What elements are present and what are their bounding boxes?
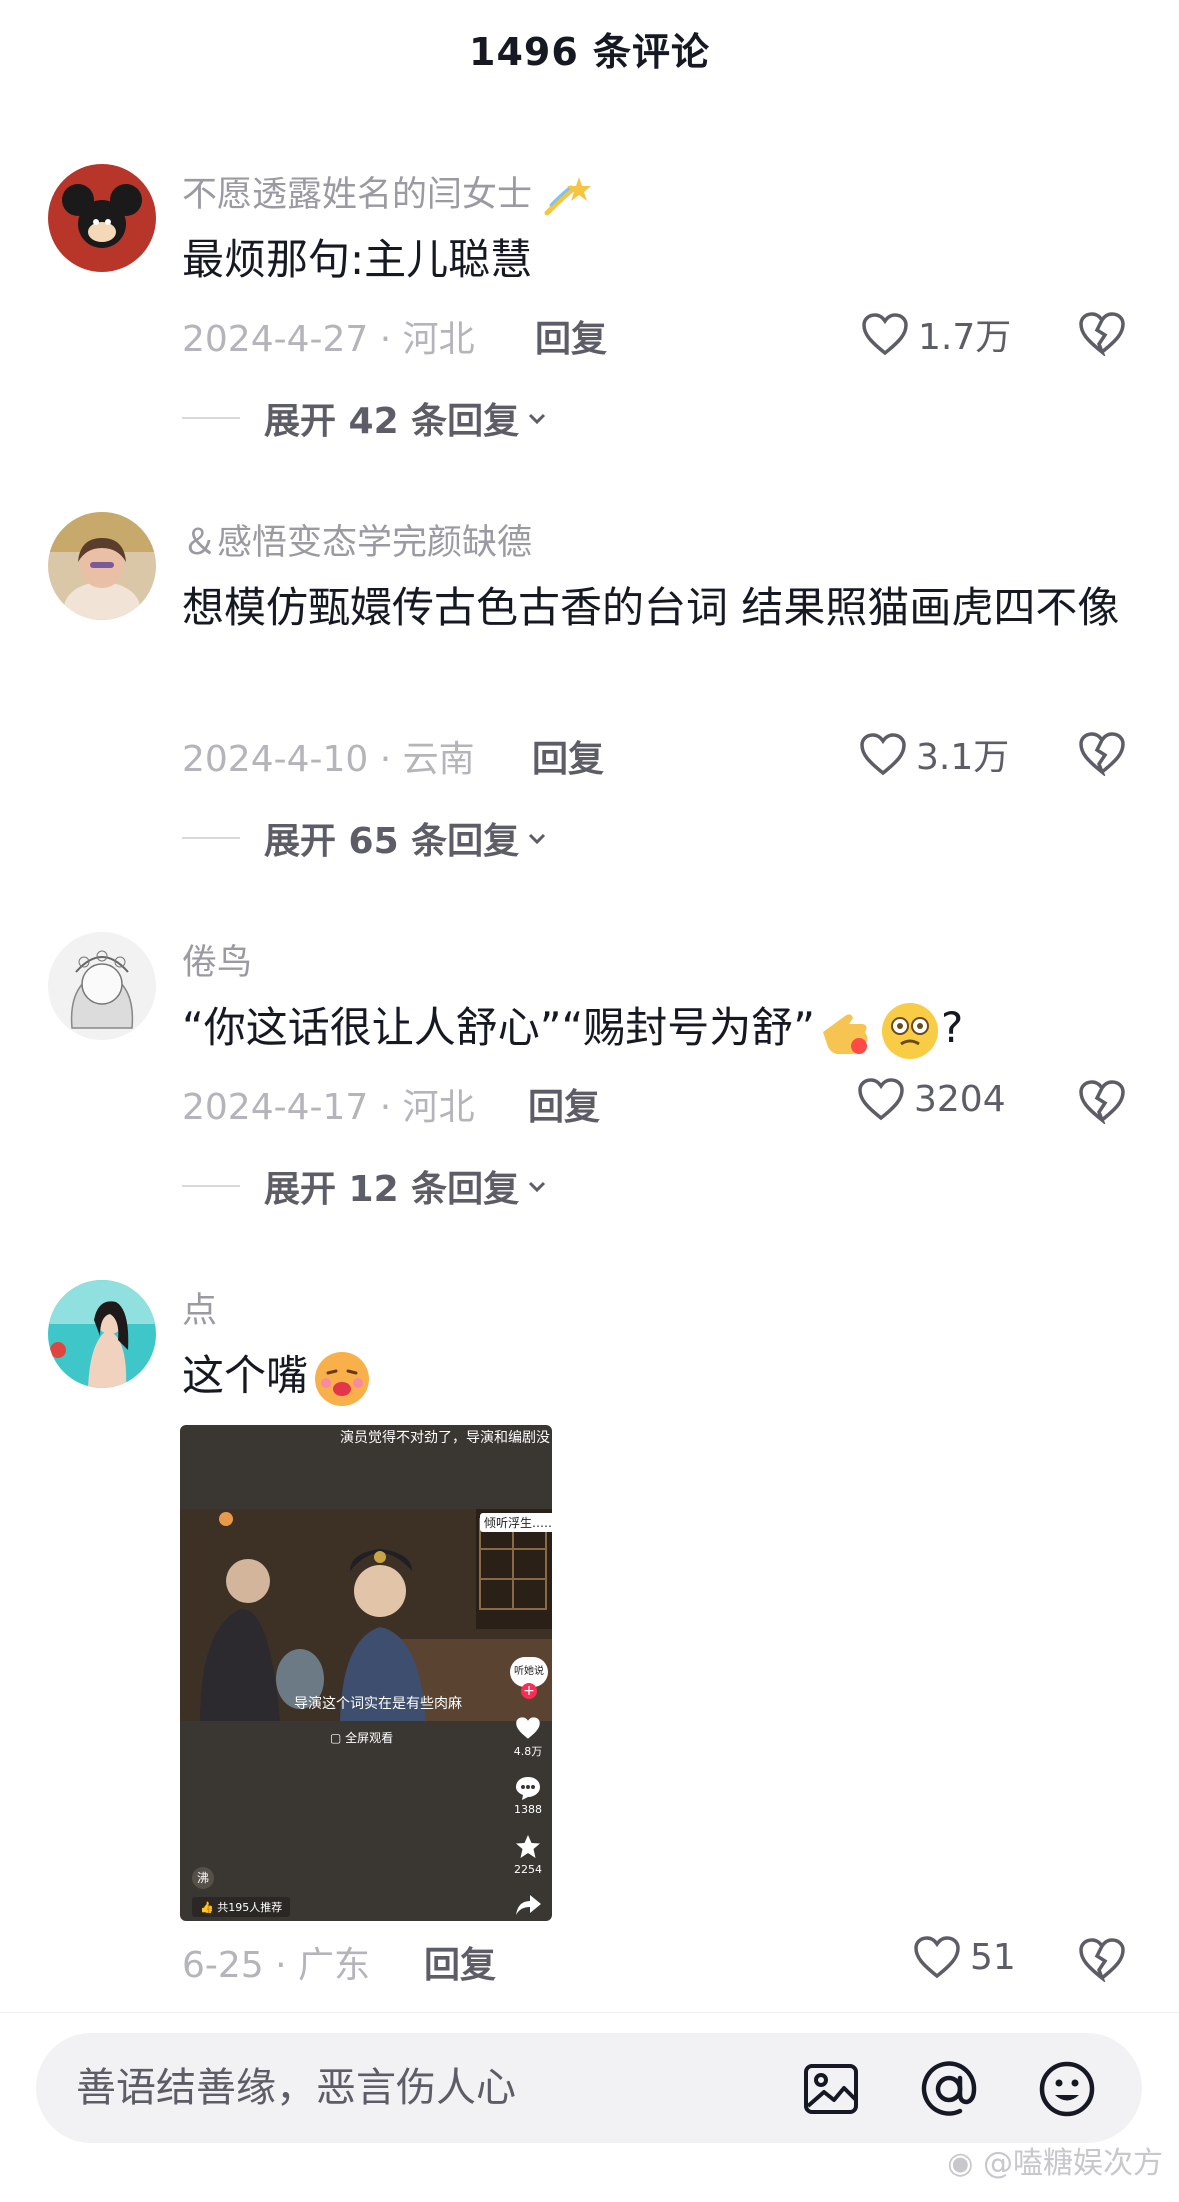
video-share-icon[interactable] (514, 1893, 542, 1917)
avatar[interactable] (48, 164, 156, 272)
chevron-down-icon (529, 1181, 546, 1193)
broken-heart-icon[interactable] (1077, 730, 1127, 776)
video-subtitle: 导演这个词实在是有些肉麻 (294, 1696, 462, 1712)
video-scene (180, 1509, 552, 1721)
comment-text: “你这话很让人舒心”“赐封号为舒”? (182, 992, 1132, 1064)
video-star-icon[interactable] (514, 1833, 542, 1861)
video-thumbnail[interactable]: 演员觉得不对劲了，导演和编剧没是 倾听浮生…… 导演这个词实在是有些肉麻 ▢ 全… (180, 1425, 552, 1921)
comment-text: 最烦那句:主儿聪慧 (182, 235, 533, 284)
comment-text: 想模仿甄嬛传古色古香的台词 结果照猫画虎四不像 (182, 583, 1120, 632)
expand-replies-button[interactable]: 展开 42 条回复 (182, 392, 549, 444)
at-icon[interactable] (920, 2060, 978, 2118)
fullscreen-button[interactable]: ▢ 全屏观看 (330, 1729, 393, 1746)
thumbs-up-icon: 👍 (200, 1901, 214, 1914)
kissing-face-emoji (315, 1351, 370, 1406)
comment-date-location: 2024-4-17 · 河北 (182, 1087, 475, 1128)
like-count: 3.1万 (916, 737, 1010, 778)
video-top-caption: 演员觉得不对劲了，导演和编剧没是 (340, 1430, 550, 1446)
like-count: 51 (970, 1936, 1016, 1978)
comment-input-placeholder: 善语结善缘，恶言伤人心 (76, 2065, 516, 2111)
comment-input-bar: 善语结善缘，恶言伤人心 ◉ @嗑糖娱次方 (0, 2012, 1179, 2202)
broken-heart-icon[interactable] (1077, 1936, 1127, 1982)
shooting-star-icon (544, 177, 592, 216)
username[interactable]: 不愿透露姓名的闫女士 (182, 166, 593, 219)
video-watermark-char: 沸 (192, 1867, 214, 1889)
username[interactable]: 倦鸟 (182, 934, 252, 985)
broken-heart-icon[interactable] (1077, 1078, 1127, 1124)
watermark: ◉ @嗑糖娱次方 (947, 2146, 1163, 2181)
like-button[interactable]: 3.1万 (858, 728, 1009, 780)
expand-replies-button[interactable]: 展开 65 条回复 (182, 812, 549, 864)
avatar[interactable] (48, 512, 156, 620)
comment-date-location: 6-25 · 广东 (182, 1945, 371, 1986)
video-heart-icon[interactable] (514, 1715, 542, 1741)
reply-button[interactable]: 回复 (424, 1936, 496, 1988)
chevron-down-icon (529, 833, 546, 845)
image-icon[interactable] (802, 2060, 860, 2118)
follow-plus-icon[interactable]: + (521, 1683, 537, 1699)
emoji-icon[interactable] (1038, 2060, 1096, 2118)
broken-heart-icon[interactable] (1077, 310, 1127, 356)
heart-icon (914, 1936, 960, 1979)
weibo-icon: ◉ (947, 2146, 974, 2181)
reply-button[interactable]: 回复 (532, 730, 604, 782)
username[interactable]: ＆感悟变态学完颜缺德 (182, 514, 532, 565)
reply-button[interactable]: 回复 (528, 1078, 600, 1130)
divider-line (182, 1185, 240, 1187)
heart-icon (860, 733, 906, 776)
video-like-count: 4.8万 (513, 1745, 543, 1758)
divider-line (182, 417, 240, 419)
avatar[interactable] (48, 1280, 156, 1388)
comments-header: 1496 条评论 (0, 0, 1179, 96)
heart-icon (862, 313, 908, 356)
chevron-down-icon (529, 413, 546, 425)
like-button[interactable]: 1.7万 (860, 308, 1011, 360)
expand-replies-button[interactable]: 展开 12 条回复 (182, 1160, 549, 1212)
comment-date-location: 2024-4-27 · 河北 (182, 319, 475, 360)
comment-text: 这个嘴 (182, 1340, 1132, 1412)
like-button[interactable]: 3204 (856, 1076, 1006, 1122)
avatar[interactable] (48, 932, 156, 1040)
like-count: 1.7万 (918, 317, 1012, 358)
username[interactable]: 点 (182, 1282, 217, 1333)
video-comment-icon[interactable] (514, 1775, 542, 1801)
video-star-count: 2254 (514, 1863, 542, 1876)
recommend-badge[interactable]: 👍 共195人推荐 (192, 1897, 291, 1917)
dizzy-face-emoji (882, 1002, 939, 1059)
like-count: 3204 (914, 1078, 1006, 1120)
like-button[interactable]: 51 (912, 1934, 1016, 1980)
divider-line (182, 837, 240, 839)
comment-input[interactable]: 善语结善缘，恶言伤人心 (36, 2033, 1142, 2143)
comment-count-title: 1496 条评论 (469, 29, 710, 74)
video-comment-count: 1388 (514, 1803, 542, 1816)
video-tag: 倾听浮生…… (480, 1513, 552, 1532)
comment-date-location: 2024-4-10 · 云南 (182, 739, 475, 780)
pointing-hand-emoji (823, 1013, 868, 1054)
heart-icon (858, 1078, 904, 1121)
reply-button[interactable]: 回复 (535, 310, 607, 362)
